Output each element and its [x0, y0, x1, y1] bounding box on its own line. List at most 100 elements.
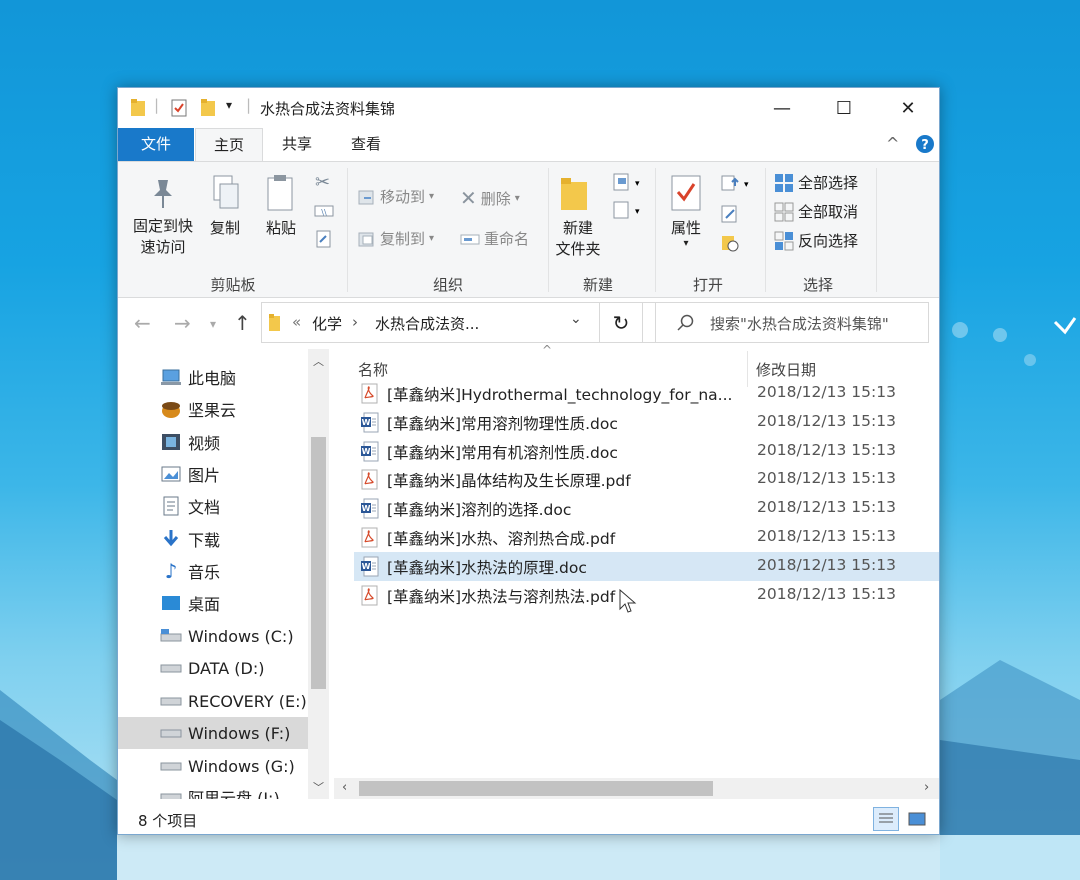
new-folder-quick-icon[interactable]	[200, 98, 216, 118]
help-icon[interactable]: ?	[915, 134, 935, 154]
scroll-down-icon[interactable]: ﹀	[313, 779, 324, 795]
tab-share[interactable]: 共享	[263, 128, 331, 161]
nav-item-label: 文档	[188, 498, 221, 517]
file-name: [革鑫纳米]常用溶剂物理性质.doc	[387, 414, 618, 433]
breadcrumb-chevron-icon[interactable]: ›	[352, 313, 358, 331]
navigation-pane-scrollbar[interactable]: ︿ ﹀	[308, 349, 329, 799]
tab-home[interactable]: 主页	[195, 128, 263, 162]
column-header-name[interactable]: 名称	[358, 359, 388, 380]
address-bar[interactable]: « 化学 › 水热合成法资... ⌄	[261, 302, 656, 343]
tab-view[interactable]: 查看	[332, 128, 400, 161]
nav-item-desktop[interactable]: 桌面	[118, 587, 308, 619]
open-icon[interactable]: ▾	[720, 174, 750, 192]
close-button[interactable]: ✕	[878, 88, 938, 128]
nav-item-music[interactable]: ♪ 音乐	[118, 555, 308, 587]
properties-quick-icon[interactable]	[170, 98, 188, 118]
nav-item-label: 音乐	[188, 563, 221, 582]
file-row[interactable]: [革鑫纳米]晶体结构及生长原理.pdf 2018/12/13 15:13	[354, 465, 939, 494]
copy-to-button[interactable]: 复制到 ▾	[358, 228, 434, 249]
nav-item-documents[interactable]: 文档	[118, 490, 308, 522]
nav-item-drive-c[interactable]: Windows (C:)	[118, 620, 308, 652]
scroll-right-icon[interactable]: ›	[924, 780, 929, 795]
invert-selection-button[interactable]: 反向选择	[774, 230, 858, 251]
history-icon[interactable]	[720, 232, 740, 252]
nav-item-label: 图片	[188, 466, 221, 485]
nav-item-drive-j[interactable]: 阿里云盘 (J:)	[118, 781, 308, 799]
file-modified-date: 2018/12/13 15:13	[757, 584, 896, 603]
select-all-button[interactable]: 全部选择	[774, 172, 858, 193]
nav-item-drive-d[interactable]: DATA (D:)	[118, 652, 308, 684]
select-all-label: 全部选择	[798, 174, 859, 192]
file-row[interactable]: W [革鑫纳米]常用有机溶剂性质.doc 2018/12/13 15:13	[354, 437, 939, 466]
file-row[interactable]: W [革鑫纳米]常用溶剂物理性质.doc 2018/12/13 15:13	[354, 408, 939, 437]
title-separator: |	[154, 96, 160, 114]
recent-locations-icon[interactable]: ▾	[210, 317, 216, 331]
breadcrumb-overflow[interactable]: «	[292, 313, 301, 331]
new-item-icon[interactable]: ▾	[612, 172, 640, 192]
collapse-ribbon-icon[interactable]: ^	[886, 134, 899, 153]
paste-shortcut-icon[interactable]	[316, 228, 332, 248]
nav-item-nutstore[interactable]: 坚果云	[118, 393, 308, 425]
scroll-thumb[interactable]	[359, 781, 713, 796]
select-none-button[interactable]: 全部取消	[774, 201, 858, 222]
new-folder-button[interactable]: 新建 文件夹	[552, 218, 604, 260]
new-folder-label-2: 文件夹	[555, 240, 601, 258]
file-row[interactable]: [革鑫纳米]水热、溶剂热合成.pdf 2018/12/13 15:13	[354, 523, 939, 552]
breadcrumb-item-chemistry[interactable]: 化学	[312, 313, 342, 334]
copy-path-icon[interactable]: \\	[314, 204, 334, 218]
details-view-button[interactable]	[873, 807, 899, 831]
nav-item-drive-g[interactable]: Windows (G:)	[118, 750, 308, 782]
move-to-button[interactable]: 移动到 ▾	[358, 186, 434, 207]
search-box[interactable]: 搜索"水热合成法资料集锦"	[655, 302, 929, 343]
nav-item-this-pc[interactable]: 此电脑	[118, 361, 308, 393]
select-none-icon	[774, 202, 794, 221]
nav-item-label: Windows (G:)	[188, 756, 295, 776]
nav-item-downloads[interactable]: 下载	[118, 523, 308, 555]
maximize-button[interactable]: ☐	[814, 88, 874, 128]
paste-button[interactable]: 粘贴	[260, 218, 302, 239]
address-dropdown-icon[interactable]: ⌄	[570, 311, 582, 327]
chevron-down-icon[interactable]: ▾	[226, 98, 232, 112]
breadcrumb-item-current[interactable]: 水热合成法资...	[375, 313, 479, 334]
details-view-icon	[879, 813, 893, 823]
scroll-thumb[interactable]	[311, 437, 326, 689]
file-modified-date: 2018/12/13 15:13	[757, 440, 896, 459]
up-arrow-icon[interactable]: ↑	[234, 311, 251, 335]
delete-button[interactable]: ✕ 删除 ▾	[460, 186, 520, 210]
edit-icon[interactable]	[720, 204, 740, 224]
refresh-button[interactable]: ↻	[599, 302, 643, 343]
easy-access-icon[interactable]: ▾	[612, 200, 640, 220]
file-row[interactable]: [革鑫纳米]Hydrothermal_technology_for_na... 2…	[354, 379, 939, 408]
nav-item-drive-e[interactable]: RECOVERY (E:)	[118, 685, 308, 717]
ribbon-separator	[655, 168, 656, 292]
properties-button[interactable]: 属性 ▾	[664, 218, 708, 249]
file-row[interactable]: [革鑫纳米]水热法与溶剂热法.pdf 2018/12/13 15:13	[354, 581, 939, 610]
scroll-left-icon[interactable]: ‹	[342, 780, 347, 795]
cut-icon[interactable]: ✂	[315, 172, 330, 193]
music-icon: ♪	[164, 559, 178, 583]
svg-text:W: W	[362, 447, 371, 456]
back-arrow-icon[interactable]: ←	[134, 311, 151, 335]
nav-item-videos[interactable]: 视频	[118, 426, 308, 458]
tab-file[interactable]: 文件	[118, 128, 194, 161]
properties-label: 属性	[670, 219, 701, 237]
rename-button[interactable]: 重命名	[460, 228, 529, 249]
copy-button[interactable]: 复制	[204, 218, 246, 239]
nav-item-drive-f[interactable]: Windows (F:)	[118, 717, 308, 749]
file-row[interactable]: W [革鑫纳米]水热法的原理.doc 2018/12/13 15:13	[354, 551, 939, 581]
file-row[interactable]: W [革鑫纳米]溶剂的选择.doc 2018/12/13 15:13	[354, 494, 939, 523]
nav-item-label: 此电脑	[188, 369, 237, 388]
pin-quick-access-button[interactable]: 固定到快 速访问	[126, 216, 200, 258]
forward-arrow-icon[interactable]: →	[174, 311, 191, 335]
minimize-button[interactable]: —	[752, 88, 812, 128]
nav-item-pictures[interactable]: 图片	[118, 458, 308, 490]
column-header-date[interactable]: 修改日期	[756, 359, 816, 380]
file-list: ^ 名称 修改日期 [革鑫纳米]Hydrothermal_technology_…	[334, 343, 939, 799]
scroll-up-icon[interactable]: ︿	[313, 353, 324, 369]
item-count: 8 个项目	[138, 812, 198, 830]
new-folder-icon	[561, 178, 587, 210]
file-list-horizontal-scrollbar[interactable]: ‹ ›	[334, 778, 939, 799]
nav-item-label: 阿里云盘 (J:)	[188, 789, 280, 799]
svg-text:▾: ▾	[744, 180, 749, 190]
large-icons-view-button[interactable]	[904, 807, 930, 831]
